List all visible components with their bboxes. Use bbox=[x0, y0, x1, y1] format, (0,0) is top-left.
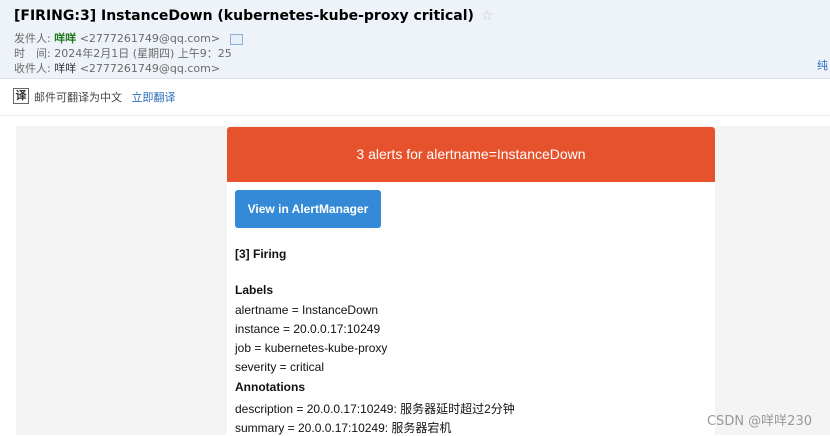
to-address: <2777261749@qq.com> bbox=[79, 62, 221, 75]
label-item: job = kubernetes-kube-proxy bbox=[235, 341, 388, 355]
label-item: alertname = InstanceDown bbox=[235, 303, 379, 317]
email-subject: [FIRING:3] InstanceDown (kubernetes-kube… bbox=[14, 8, 493, 24]
annotation-item: summary = 20.0.0.17:10249: 服务器宕机 bbox=[235, 421, 452, 435]
alert-banner: 3 alerts for alertname=InstanceDown bbox=[227, 127, 715, 182]
to-row: 收件人: 咩咩 <2777261749@qq.com> bbox=[14, 60, 220, 76]
translate-text: 邮件可翻译为中文 立即翻译 bbox=[34, 89, 176, 105]
from-address: <2777261749@qq.com> bbox=[79, 32, 221, 45]
label-item: instance = 20.0.0.17:10249 bbox=[235, 322, 381, 336]
time-label: 时 间: bbox=[14, 47, 51, 60]
annotation-item: description = 20.0.0.17:10249: 服务器延时超过2分… bbox=[235, 402, 515, 416]
translate-now-link[interactable]: 立即翻译 bbox=[132, 91, 176, 104]
translate-bar: 译 邮件可翻译为中文 立即翻译 bbox=[0, 79, 830, 116]
to-label: 收件人: bbox=[14, 62, 51, 75]
translate-prompt: 邮件可翻译为中文 bbox=[34, 91, 122, 104]
plain-text-link[interactable]: 纯 bbox=[817, 57, 828, 73]
from-row: 发件人: 咩咩 <2777261749@qq.com> bbox=[14, 30, 243, 46]
subject-text: [FIRING:3] InstanceDown (kubernetes-kube… bbox=[14, 8, 474, 24]
time-value: 2024年2月1日 (星期四) 上午9：25 bbox=[54, 47, 232, 60]
email-header: [FIRING:3] InstanceDown (kubernetes-kube… bbox=[0, 0, 830, 79]
annotations-heading: Annotations bbox=[235, 380, 305, 394]
view-in-alertmanager-button[interactable]: View in AlertManager bbox=[235, 190, 381, 228]
label-item: severity = critical bbox=[235, 360, 325, 374]
from-name[interactable]: 咩咩 bbox=[54, 32, 76, 45]
from-label: 发件人: bbox=[14, 32, 51, 45]
star-icon[interactable]: ☆ bbox=[481, 8, 494, 24]
alert-card: 3 alerts for alertname=InstanceDown View… bbox=[227, 127, 715, 435]
time-row: 时 间: 2024年2月1日 (星期四) 上午9：25 bbox=[14, 45, 232, 61]
contact-card-icon[interactable] bbox=[229, 33, 243, 45]
translate-icon: 译 bbox=[13, 88, 29, 104]
labels-heading: Labels bbox=[235, 283, 274, 297]
csdn-watermark: CSDN @咩咩230 bbox=[706, 414, 812, 429]
to-name[interactable]: 咩咩 bbox=[54, 62, 76, 75]
firing-heading: [3] Firing bbox=[235, 247, 287, 261]
